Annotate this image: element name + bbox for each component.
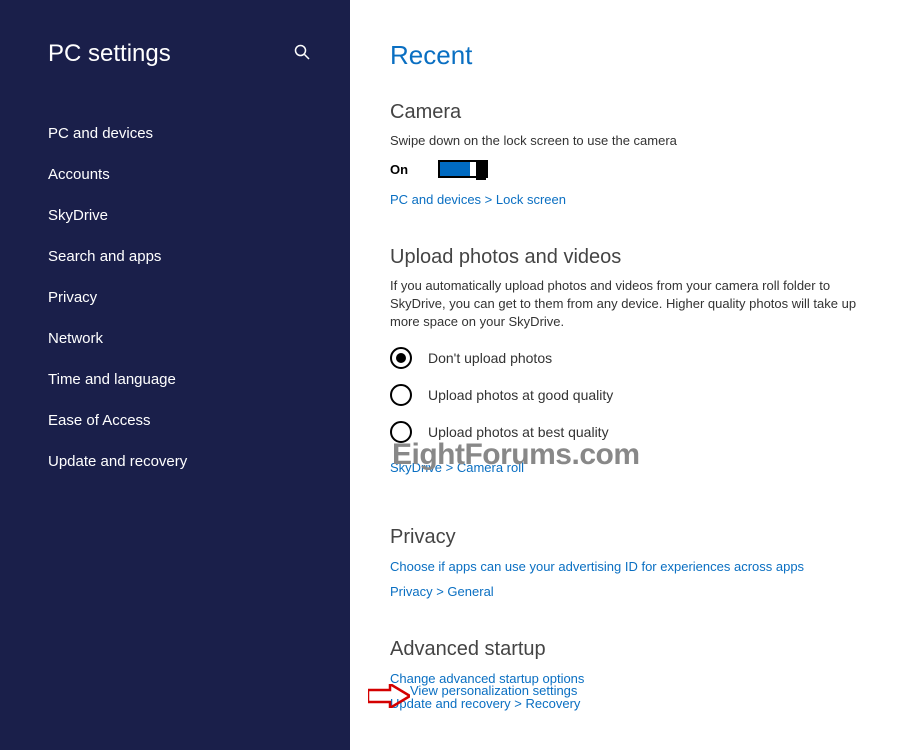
view-personalization-link[interactable]: View personalization settings	[410, 681, 577, 702]
privacy-heading: Privacy	[390, 526, 868, 549]
startup-heading: Advanced startup	[390, 638, 868, 661]
upload-heading: Upload photos and videos	[390, 246, 868, 269]
radio-label: Upload photos at best quality	[428, 424, 609, 440]
nav-item-ease-access[interactable]: Ease of Access	[0, 400, 350, 441]
radio-label: Don't upload photos	[428, 350, 552, 366]
radio-label: Upload photos at good quality	[428, 387, 613, 403]
nav-item-network[interactable]: Network	[0, 318, 350, 359]
nav-item-accounts[interactable]: Accounts	[0, 154, 350, 195]
search-icon[interactable]	[294, 44, 310, 65]
toggle-state-label: On	[390, 162, 408, 177]
section-startup: Advanced startup Change advanced startup…	[390, 638, 868, 715]
camera-link[interactable]: PC and devices > Lock screen	[390, 190, 868, 211]
nav-item-privacy[interactable]: Privacy	[0, 277, 350, 318]
radio-dont-upload[interactable]: Don't upload photos	[390, 347, 868, 369]
camera-desc: Swipe down on the lock screen to use the…	[390, 132, 868, 150]
camera-heading: Camera	[390, 101, 868, 124]
page-title: Recent	[390, 40, 868, 71]
radio-good-quality[interactable]: Upload photos at good quality	[390, 384, 868, 406]
radio-icon	[390, 421, 412, 443]
section-camera: Camera Swipe down on the lock screen to …	[390, 101, 868, 211]
radio-best-quality[interactable]: Upload photos at best quality	[390, 421, 868, 443]
nav-item-search-apps[interactable]: Search and apps	[0, 236, 350, 277]
privacy-link-1[interactable]: Choose if apps can use your advertising …	[390, 557, 868, 578]
upload-link[interactable]: SkyDrive > Camera roll	[390, 458, 868, 479]
radio-icon	[390, 347, 412, 369]
nav-list: PC and devices Accounts SkyDrive Search …	[0, 113, 350, 482]
nav-item-skydrive[interactable]: SkyDrive	[0, 195, 350, 236]
sidebar-header: PC settings	[0, 40, 350, 68]
section-privacy: Privacy Choose if apps can use your adve…	[390, 526, 868, 603]
privacy-link-2[interactable]: Privacy > General	[390, 582, 868, 603]
radio-icon	[390, 384, 412, 406]
nav-item-pc-devices[interactable]: PC and devices	[0, 113, 350, 154]
upload-desc: If you automatically upload photos and v…	[390, 277, 868, 332]
nav-item-update-recovery[interactable]: Update and recovery	[0, 441, 350, 482]
camera-toggle-row: On	[390, 160, 868, 178]
sidebar: PC settings PC and devices Accounts SkyD…	[0, 0, 350, 750]
nav-item-time-language[interactable]: Time and language	[0, 359, 350, 400]
sidebar-title: PC settings	[48, 40, 171, 68]
camera-toggle[interactable]	[438, 160, 488, 178]
main-content: Recent Camera Swipe down on the lock scr…	[350, 0, 898, 750]
upload-radio-group: Don't upload photos Upload photos at goo…	[390, 347, 868, 443]
section-upload: Upload photos and videos If you automati…	[390, 246, 868, 478]
